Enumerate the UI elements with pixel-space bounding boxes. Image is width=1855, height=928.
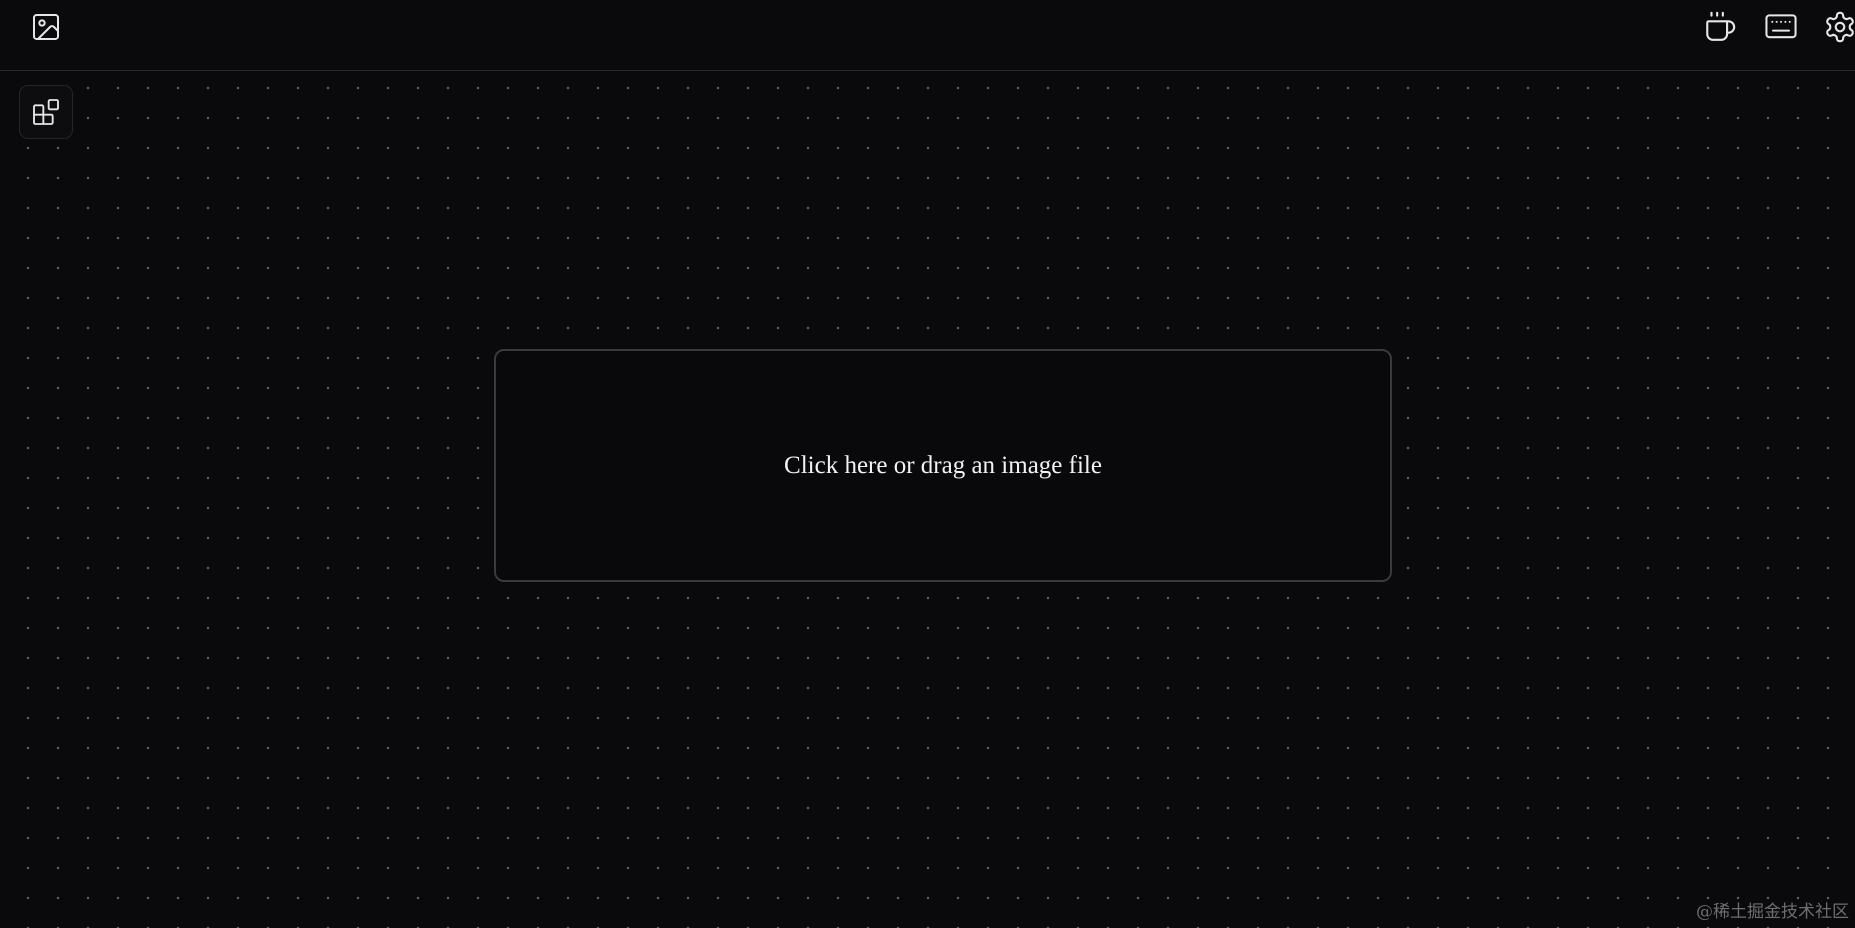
layout-toggle-button[interactable]: [19, 85, 73, 139]
keyboard-icon: [1765, 14, 1797, 39]
coffee-button[interactable]: [1702, 9, 1738, 45]
coffee-cup-icon: [1706, 11, 1736, 41]
dropzone-label: Click here or drag an image file: [784, 451, 1102, 479]
image-icon: [33, 14, 59, 40]
top-toolbar: [0, 0, 1855, 71]
gear-icon: [1826, 11, 1854, 43]
open-image-button[interactable]: [28, 9, 64, 45]
keyboard-shortcuts-button[interactable]: [1762, 10, 1800, 44]
app-window: Click here or drag an image file @稀土掘金技术…: [0, 0, 1855, 928]
settings-button[interactable]: [1822, 9, 1855, 45]
image-dropzone[interactable]: Click here or drag an image file: [494, 349, 1392, 582]
grid-layout-icon: [33, 99, 59, 125]
watermark: @稀土掘金技术社区: [1696, 902, 1849, 922]
